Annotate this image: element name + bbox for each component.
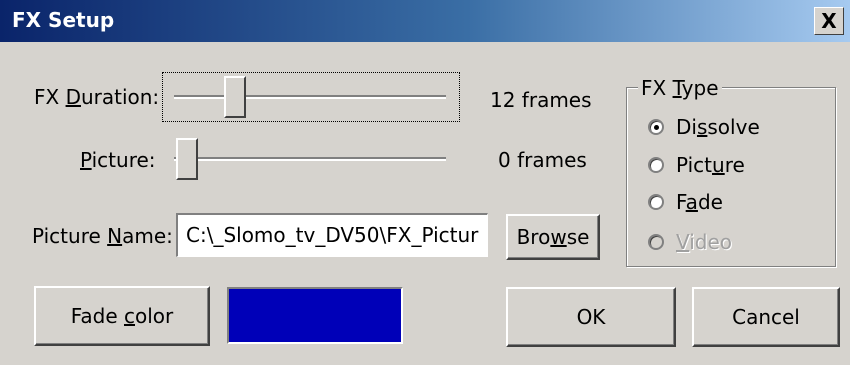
radio-fade-button[interactable]	[648, 194, 664, 210]
fade-color-button[interactable]: Fade color	[34, 286, 210, 346]
radio-dissolve[interactable]: Dissolve	[648, 114, 760, 140]
radio-video-button	[648, 234, 664, 250]
radio-picture-button[interactable]	[648, 157, 664, 173]
radio-fade[interactable]: Fade	[648, 189, 723, 215]
cancel-button[interactable]: Cancel	[692, 287, 840, 347]
close-button[interactable]: X	[814, 7, 844, 35]
close-icon: X	[821, 9, 837, 33]
picture-name-input[interactable]: C:\_Slomo_tv_DV50\FX_Pictur	[176, 213, 488, 257]
radio-fade-label: Fade	[676, 190, 723, 214]
ok-button[interactable]: OK	[506, 287, 676, 347]
window-title: FX Setup	[12, 8, 115, 32]
fx-duration-value: 12 frames	[490, 88, 592, 112]
fx-duration-track	[174, 95, 446, 99]
browse-button[interactable]: Browse	[506, 214, 600, 260]
picture-thumb[interactable]	[176, 138, 198, 180]
radio-picture[interactable]: Picture	[648, 152, 745, 178]
fx-duration-label: FX Duration:	[34, 85, 160, 109]
fade-color-swatch	[227, 287, 403, 344]
picture-value: 0 frames	[498, 148, 587, 172]
fx-duration-thumb[interactable]	[224, 76, 247, 118]
radio-video: Video	[648, 229, 732, 255]
title-bar: FX Setup X	[0, 0, 850, 42]
radio-picture-label: Picture	[676, 153, 745, 177]
picture-name-label: Picture Name:	[32, 224, 173, 248]
radio-video-label: Video	[676, 230, 733, 254]
fx-type-title: FX Type	[638, 76, 722, 100]
picture-label: Picture:	[80, 148, 156, 172]
picture-track	[174, 157, 446, 161]
radio-dissolve-button[interactable]	[648, 119, 664, 135]
radio-dissolve-label: Dissolve	[676, 115, 760, 139]
